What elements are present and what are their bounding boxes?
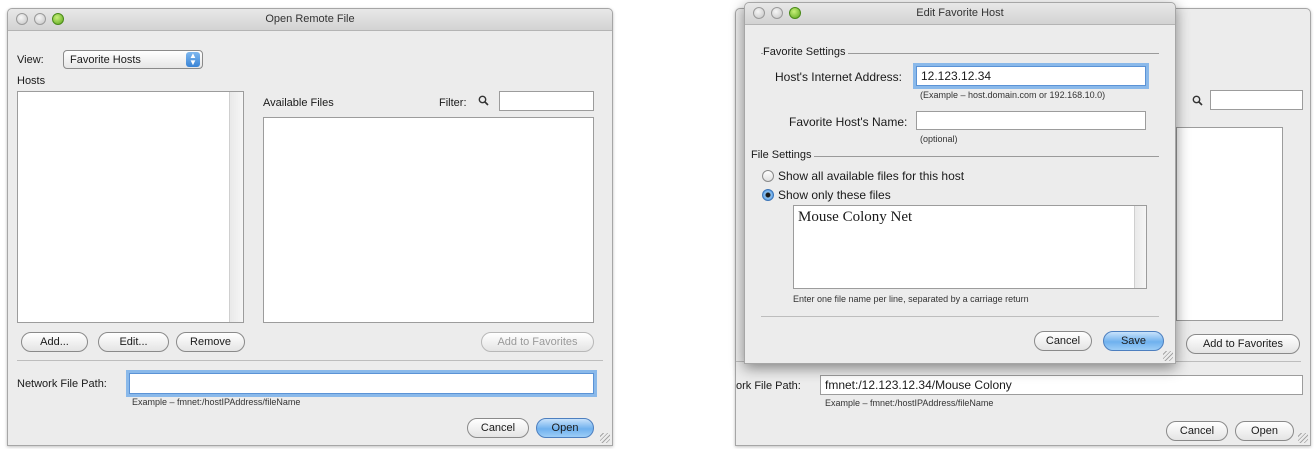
remove-host-button[interactable]: Remove bbox=[176, 332, 245, 352]
title-bar[interactable]: Open Remote File bbox=[8, 9, 612, 31]
resize-grip[interactable] bbox=[1298, 433, 1308, 443]
favorite-settings-heading: Favorite Settings bbox=[763, 46, 848, 58]
cancel-button[interactable]: Cancel bbox=[1166, 421, 1228, 441]
files-scrollbar[interactable] bbox=[1134, 206, 1146, 288]
network-file-path-example: Example – fmnet:/hostIPAddress/fileName bbox=[825, 398, 994, 408]
files-textarea-value: Mouse Colony Net bbox=[798, 209, 913, 225]
search-icon bbox=[1192, 95, 1203, 106]
divider bbox=[761, 316, 1159, 317]
cancel-button[interactable]: Cancel bbox=[467, 418, 529, 438]
resize-grip[interactable] bbox=[600, 433, 610, 443]
network-file-path-example: Example – fmnet:/hostIPAddress/fileName bbox=[132, 397, 301, 407]
view-select[interactable]: Favorite Hosts ▲ ▼ bbox=[63, 50, 203, 69]
available-files-list[interactable] bbox=[1176, 127, 1283, 321]
show-all-files-label[interactable]: Show all available files for this host bbox=[778, 169, 964, 183]
hosts-list[interactable] bbox=[17, 91, 244, 323]
available-files-list[interactable] bbox=[263, 117, 594, 323]
host-address-label: Host's Internet Address: bbox=[775, 70, 903, 84]
file-settings-heading: File Settings bbox=[751, 149, 814, 161]
up-down-arrows-icon: ▲ ▼ bbox=[186, 52, 200, 67]
open-button[interactable]: Open bbox=[1235, 421, 1294, 441]
show-only-files-label[interactable]: Show only these files bbox=[778, 188, 891, 202]
host-name-input[interactable] bbox=[916, 111, 1146, 130]
resize-grip[interactable] bbox=[1163, 351, 1173, 361]
available-files-label: Available Files bbox=[263, 97, 334, 109]
network-file-path-input[interactable]: fmnet:/12.123.12.34/Mouse Colony bbox=[820, 375, 1303, 395]
title-bar[interactable]: Edit Favorite Host bbox=[745, 3, 1175, 25]
filter-input[interactable] bbox=[499, 91, 594, 111]
open-remote-file-window: Open Remote File View: Favorite Hosts ▲ ▼… bbox=[7, 8, 613, 446]
add-host-button[interactable]: Add... bbox=[21, 332, 88, 352]
network-file-path-label: ork File Path: bbox=[736, 380, 801, 392]
filter-input[interactable] bbox=[1210, 90, 1303, 110]
hosts-scrollbar[interactable] bbox=[229, 92, 243, 322]
show-all-files-radio[interactable] bbox=[762, 170, 774, 182]
network-file-path-label: Network File Path: bbox=[17, 378, 107, 390]
edit-favorite-host-window: Edit Favorite Host Favorite Settings Hos… bbox=[744, 2, 1176, 364]
view-label: View: bbox=[17, 54, 44, 66]
window-title: Open Remote File bbox=[265, 13, 355, 25]
add-to-favorites-button[interactable]: Add to Favorites bbox=[1186, 334, 1300, 354]
files-textarea[interactable]: Mouse Colony Net bbox=[793, 205, 1147, 289]
window-title: Edit Favorite Host bbox=[916, 7, 1004, 19]
files-hint: Enter one file name per line, separated … bbox=[793, 294, 1029, 304]
host-name-label: Favorite Host's Name: bbox=[789, 115, 908, 129]
filter-label: Filter: bbox=[439, 97, 467, 109]
host-address-input[interactable]: 12.123.12.34 bbox=[916, 66, 1146, 86]
network-file-path-input[interactable] bbox=[129, 373, 594, 394]
save-button[interactable]: Save bbox=[1103, 331, 1164, 351]
edit-host-button[interactable]: Edit... bbox=[98, 332, 169, 352]
file-settings-divider bbox=[761, 156, 1159, 157]
add-to-favorites-button[interactable]: Add to Favorites bbox=[481, 332, 594, 352]
divider bbox=[17, 360, 603, 361]
open-button[interactable]: Open bbox=[536, 418, 594, 438]
show-only-files-radio[interactable] bbox=[762, 189, 774, 201]
hosts-label: Hosts bbox=[17, 75, 46, 87]
host-address-example: (Example – host.domain.com or 192.168.10… bbox=[920, 90, 1106, 100]
cancel-button[interactable]: Cancel bbox=[1034, 331, 1092, 351]
search-icon bbox=[478, 95, 489, 106]
host-name-hint: (optional) bbox=[920, 134, 958, 144]
view-select-value: Favorite Hosts bbox=[70, 54, 141, 66]
